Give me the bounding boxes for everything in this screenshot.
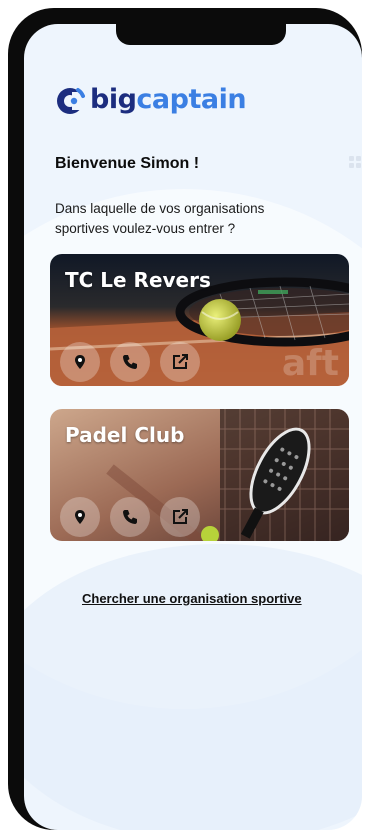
phone-icon xyxy=(123,510,137,524)
phone-notch xyxy=(116,24,286,45)
phone-icon xyxy=(123,355,137,369)
card-actions xyxy=(60,497,200,537)
phone-button[interactable] xyxy=(110,342,150,382)
brand-name-part2: captain xyxy=(136,84,247,115)
organization-card-padel-club[interactable]: Padel Club xyxy=(50,409,349,541)
welcome-heading: Bienvenue Simon ! xyxy=(55,155,200,172)
location-pin-icon xyxy=(75,355,85,369)
phone-button[interactable] xyxy=(110,497,150,537)
organization-name: TC Le Revers xyxy=(65,268,211,292)
brand-name: bigcaptain xyxy=(90,82,247,118)
background-swoosh xyxy=(24,544,362,830)
card-actions xyxy=(60,342,200,382)
external-link-icon xyxy=(173,509,188,524)
phone-frame: bigcaptain Bienvenue Simon ! Dans laquel… xyxy=(8,8,362,830)
search-organization-link[interactable]: Chercher une organisation sportive xyxy=(82,591,302,606)
location-button[interactable] xyxy=(60,497,100,537)
grid-icon[interactable] xyxy=(349,153,361,168)
brand-name-part1: big xyxy=(90,84,137,115)
brand-logo: bigcaptain xyxy=(54,82,247,118)
organization-card-tc-le-revers[interactable]: aft TC Le Revers xyxy=(50,254,349,386)
website-button[interactable] xyxy=(160,497,200,537)
organization-question: Dans laquelle de vos organisations sport… xyxy=(55,201,265,236)
bigcaptain-logo-icon xyxy=(54,84,86,116)
app-screen: bigcaptain Bienvenue Simon ! Dans laquel… xyxy=(24,24,362,830)
organization-name: Padel Club xyxy=(65,423,185,447)
website-button[interactable] xyxy=(160,342,200,382)
location-pin-icon xyxy=(75,510,85,524)
watermark-logo: aft xyxy=(281,343,339,384)
location-button[interactable] xyxy=(60,342,100,382)
external-link-icon xyxy=(173,354,188,369)
